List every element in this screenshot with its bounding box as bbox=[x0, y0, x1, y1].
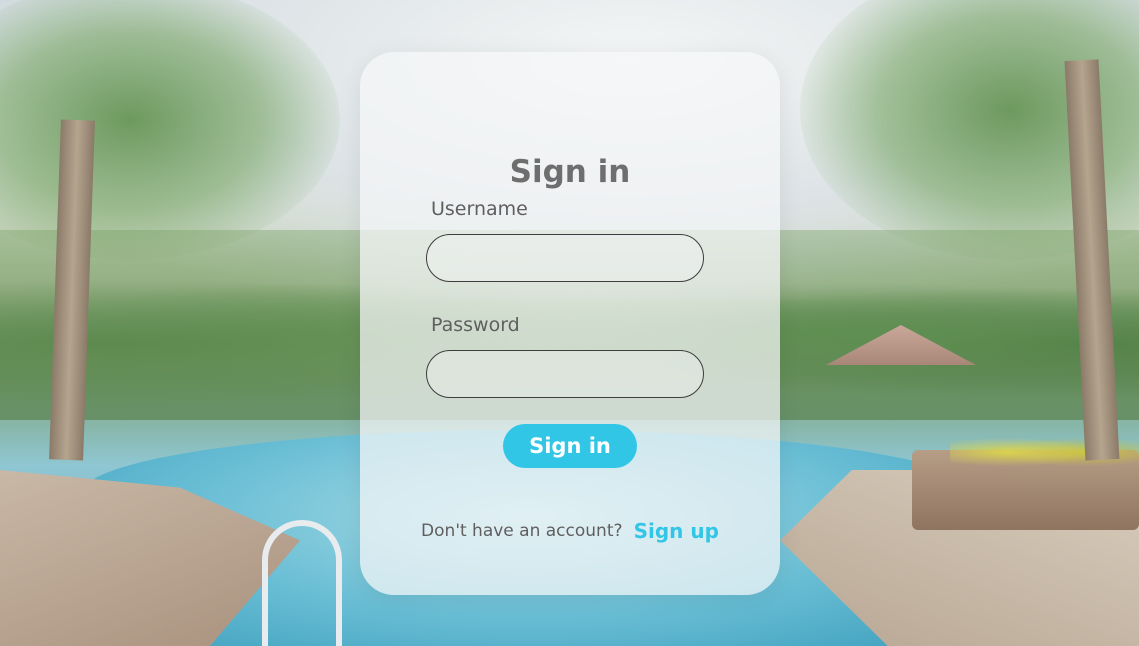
signup-prompt-row: Don't have an account? Sign up bbox=[360, 519, 780, 543]
username-label: Username bbox=[431, 198, 528, 220]
resort-pool-background: Sign in Username Password Sign in Don't … bbox=[0, 0, 1139, 646]
username-input[interactable] bbox=[426, 234, 704, 282]
password-input[interactable] bbox=[426, 350, 704, 398]
signup-prompt-text: Don't have an account? bbox=[421, 521, 623, 541]
pool-ladder bbox=[262, 520, 342, 646]
signin-button[interactable]: Sign in bbox=[503, 424, 637, 468]
page-title: Sign in bbox=[509, 154, 631, 190]
password-label: Password bbox=[431, 314, 520, 336]
signin-card: Sign in Username Password Sign in Don't … bbox=[360, 52, 780, 595]
signup-link[interactable]: Sign up bbox=[634, 519, 719, 543]
